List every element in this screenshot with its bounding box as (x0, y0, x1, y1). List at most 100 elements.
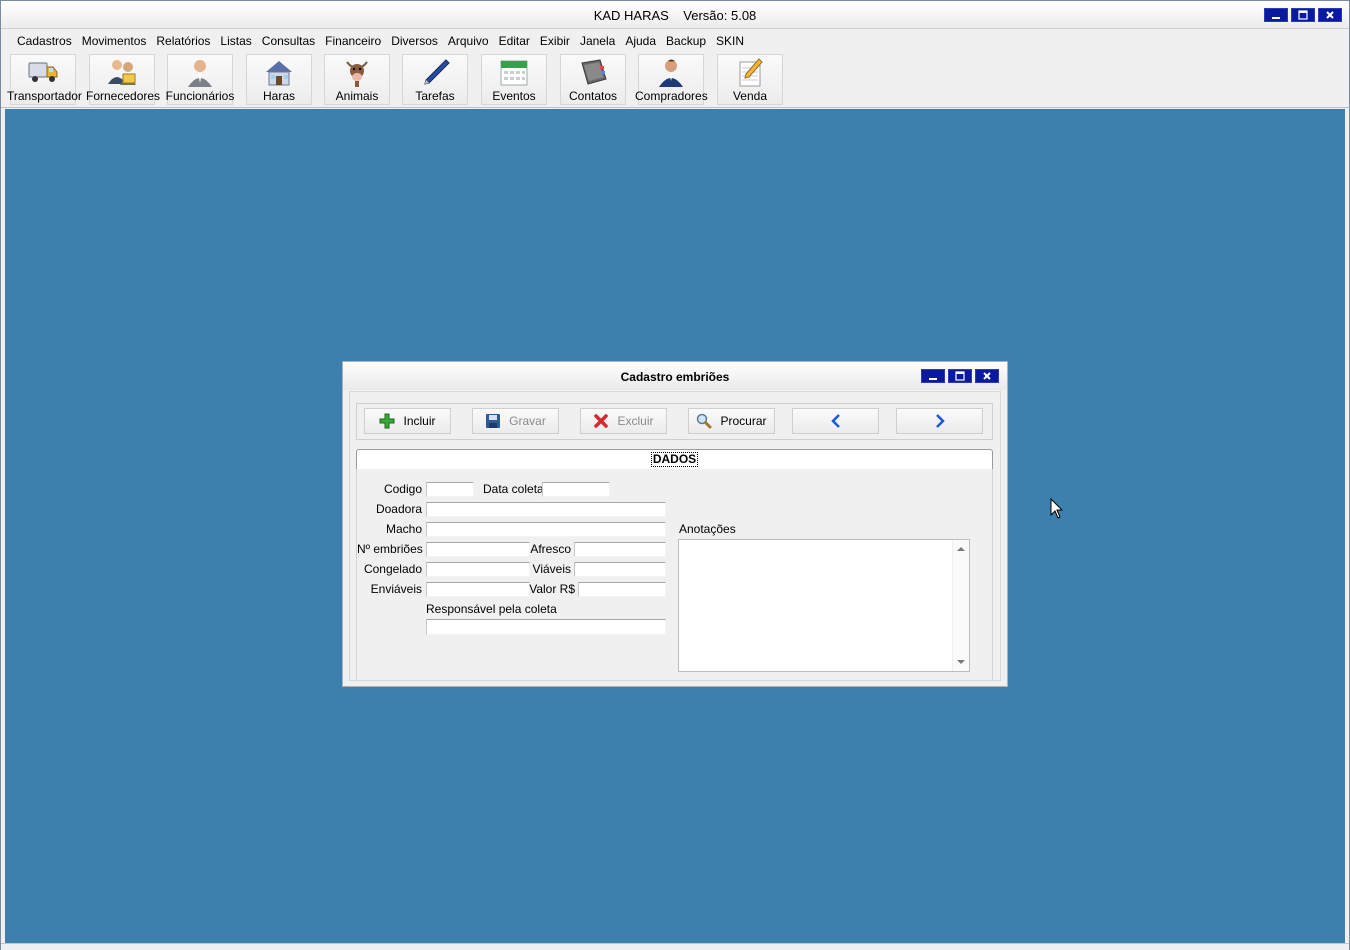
search-icon (697, 413, 712, 429)
cow-icon (346, 61, 368, 87)
responsavel-label: Responsável pela coleta (426, 602, 557, 616)
n-embrioes-field[interactable] (426, 542, 530, 557)
toolbar-tarefas-button[interactable]: Tarefas (402, 54, 468, 105)
notepad-pencil-icon (739, 58, 763, 87)
menu-exibir[interactable]: Exibir (535, 31, 575, 51)
buyer-icon (659, 59, 683, 87)
next-record-button[interactable] (896, 408, 983, 434)
macho-label: Macho (385, 522, 422, 536)
menu-arquivo[interactable]: Arquivo (443, 31, 494, 51)
minimize-icon (929, 378, 937, 380)
viaveis-field[interactable] (574, 562, 666, 577)
menu-cadastros[interactable]: Cadastros (12, 31, 77, 51)
toolbar-fornecedores-button[interactable]: Fornecedores (86, 54, 161, 105)
procurar-label: Procurar (720, 414, 767, 428)
save-icon (486, 414, 501, 428)
toolbar-funcionarios-button[interactable]: Funcionários (165, 54, 235, 105)
n-embrioes-label: Nº embriões (357, 542, 423, 556)
procurar-button[interactable]: Procurar (688, 408, 775, 434)
dialog-title: Cadastro embriões (620, 370, 730, 384)
congelado-field[interactable] (426, 562, 530, 577)
app-title: KAD HARAS Versão: 5.08 (593, 8, 757, 23)
toolbar-animais-button[interactable]: Animais (324, 54, 390, 105)
toolbar-label: Contatos (568, 89, 618, 103)
valor-field[interactable] (578, 582, 666, 597)
excluir-label: Excluir (617, 414, 654, 428)
toolbar-haras-button[interactable]: Haras (246, 54, 312, 105)
scroll-down-icon (957, 660, 965, 664)
calendar-icon (500, 60, 528, 86)
mouse-cursor-icon (1050, 498, 1064, 519)
maximize-button[interactable] (1291, 8, 1315, 22)
data-coleta-field[interactable] (542, 482, 610, 497)
anotacoes-scrollbar[interactable] (952, 540, 969, 671)
toolbar-label: Fornecedores (86, 89, 161, 103)
responsavel-field[interactable] (426, 619, 666, 635)
minimize-button[interactable] (1264, 8, 1288, 22)
excluir-button[interactable]: Excluir (580, 408, 667, 434)
chevron-right-icon (935, 414, 945, 428)
codigo-field[interactable] (426, 482, 474, 497)
truck-icon (28, 62, 58, 82)
close-icon (1326, 11, 1334, 19)
dialog-titlebar[interactable]: Cadastro embriões (343, 362, 1007, 390)
tab-dados-panel: Codigo Data coleta Doadora Macho Nº embr… (356, 469, 993, 680)
toolbar-label: Tarefas (415, 89, 455, 103)
toolbar-eventos-button[interactable]: Eventos (481, 54, 547, 105)
menu-relatorios[interactable]: Relatórios (151, 31, 215, 51)
anotacoes-label: Anotações (679, 522, 736, 536)
maximize-icon (1298, 10, 1308, 20)
congelado-label: Congelado (363, 562, 422, 576)
address-book-icon (581, 59, 607, 85)
doadora-label: Doadora (375, 502, 422, 516)
close-button[interactable] (1318, 8, 1342, 22)
anotacoes-memo[interactable] (678, 539, 970, 672)
enviaveis-label: Enviáveis (370, 582, 422, 596)
menu-consultas[interactable]: Consultas (257, 31, 320, 51)
afresco-field[interactable] (574, 542, 666, 557)
enviaveis-field[interactable] (426, 582, 530, 597)
toolbar-contatos-button[interactable]: Contatos (560, 54, 626, 105)
gravar-button[interactable]: Gravar (472, 408, 559, 434)
suppliers-icon (108, 60, 136, 85)
tab-dados-label: DADOS (650, 452, 699, 467)
dialog-close-button[interactable] (975, 369, 999, 383)
incluir-button[interactable]: Incluir (364, 408, 451, 434)
menu-bar: Cadastros Movimentos Relatórios Listas C… (1, 31, 1349, 51)
tab-dados[interactable]: DADOS (356, 449, 993, 469)
menu-diversos[interactable]: Diversos (386, 31, 443, 51)
app-titlebar[interactable]: KAD HARAS Versão: 5.08 (1, 1, 1349, 29)
macho-field[interactable] (426, 522, 666, 537)
dialog-window-controls (921, 369, 999, 383)
chevron-left-icon (830, 414, 840, 428)
menu-editar[interactable]: Editar (494, 31, 535, 51)
menu-listas[interactable]: Listas (215, 31, 256, 51)
toolbar-venda-button[interactable]: Venda (717, 54, 783, 105)
app-window-controls (1264, 8, 1342, 22)
menu-ajuda[interactable]: Ajuda (620, 31, 661, 51)
toolbar-label: Funcionários (165, 89, 235, 103)
dialog-maximize-button[interactable] (948, 369, 972, 383)
menu-skin[interactable]: SKIN (711, 31, 749, 51)
menu-janela[interactable]: Janela (575, 31, 620, 51)
employee-icon (188, 60, 212, 87)
window-bottom-border (1, 943, 1349, 950)
toolbar-label: Venda (732, 89, 768, 103)
viaveis-label: Viáveis (532, 562, 571, 576)
dialog-content: Incluir Gravar Excluir Procurar DADOS Co… (349, 391, 1001, 681)
menu-backup[interactable]: Backup (661, 31, 711, 51)
toolbar-compradores-button[interactable]: Compradores (635, 54, 708, 105)
previous-record-button[interactable] (792, 408, 879, 434)
pen-icon (424, 59, 450, 85)
doadora-field[interactable] (426, 502, 666, 517)
incluir-label: Incluir (403, 414, 436, 428)
toolbar-label: Animais (335, 89, 379, 103)
menu-financeiro[interactable]: Financeiro (320, 31, 386, 51)
gravar-label: Gravar (509, 414, 546, 428)
house-icon (266, 61, 292, 86)
menu-movimentos[interactable]: Movimentos (77, 31, 152, 51)
dialog-minimize-button[interactable] (921, 369, 945, 383)
toolbar-transportador-button[interactable]: Transportador (7, 54, 82, 105)
maximize-icon (955, 371, 965, 381)
afresco-label: Afresco (530, 542, 571, 556)
